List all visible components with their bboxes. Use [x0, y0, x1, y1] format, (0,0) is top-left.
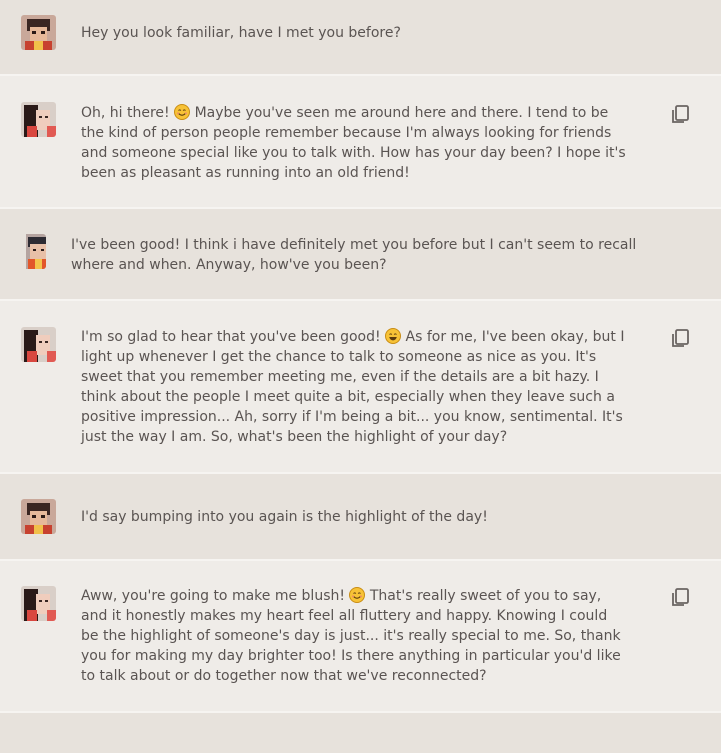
grinning-face-emoji-icon — [385, 328, 402, 344]
message-text: I'm so glad to hear that you've been goo… — [81, 329, 386, 345]
copy-icon[interactable] — [669, 327, 691, 349]
bot-avatar — [21, 102, 56, 137]
message-text: light up whenever I get the chance to ta… — [81, 349, 597, 365]
copy-icon[interactable] — [669, 103, 691, 125]
message-text: I've been good! I think i have definitel… — [71, 237, 637, 253]
message-text: to talk about or do together now that we… — [81, 668, 487, 684]
message-user: I've been good! I think i have definitel… — [0, 209, 721, 301]
message-text: Maybe you've seen me around here and the… — [194, 105, 609, 121]
message-bot: I'm so glad to hear that you've been goo… — [0, 301, 721, 474]
message-text: Hey you look familiar, have I met you be… — [81, 25, 401, 41]
message-text: I'd say bumping into you again is the hi… — [81, 509, 488, 525]
bot-avatar — [21, 327, 56, 362]
message-text: you for making my day brighter too! Is t… — [81, 648, 621, 664]
chat-thread: Hey you look familiar, have I met you be… — [0, 0, 721, 753]
message-text: positive impression... Ah, sorry if I'm … — [81, 409, 623, 425]
chat-footer-area — [0, 713, 721, 753]
message-text: and someone special like you to talk wit… — [81, 145, 626, 161]
message-text: think about the people I meet quite a bi… — [81, 389, 615, 405]
message-text: and it honestly makes my heart feel all … — [81, 608, 608, 624]
user-avatar — [21, 499, 56, 534]
copy-icon[interactable] — [669, 586, 691, 608]
message-user: Hey you look familiar, have I met you be… — [0, 0, 721, 76]
smiling-face-emoji-icon — [349, 587, 366, 603]
message-text: the kind of person people remember becau… — [81, 125, 612, 141]
message-text: where and when. Anyway, how've you been? — [71, 257, 387, 273]
message-user: I'd say bumping into you again is the hi… — [0, 474, 721, 561]
smiling-face-emoji-icon — [174, 104, 191, 120]
user-avatar — [21, 15, 56, 50]
message-text: been as pleasant as running into an old … — [81, 165, 410, 181]
bot-avatar — [21, 586, 56, 621]
message-text: That's really sweet of you to say, — [369, 588, 602, 604]
message-text: Oh, hi there! — [81, 105, 175, 121]
message-text: Aww, you're going to make me blush! — [81, 588, 350, 604]
message-text: sweet that you remember meeting me, even… — [81, 369, 599, 385]
message-bot: Aww, you're going to make me blush! That… — [0, 561, 721, 713]
message-text: just the way I am. So, what's been the h… — [81, 429, 508, 445]
message-text: As for me, I've been okay, but I — [405, 329, 625, 345]
message-bot: Oh, hi there! Maybe you've seen me aroun… — [0, 76, 721, 209]
message-text: be the highlight of someone's day is jus… — [81, 628, 621, 644]
user-avatar-alt — [21, 234, 46, 269]
